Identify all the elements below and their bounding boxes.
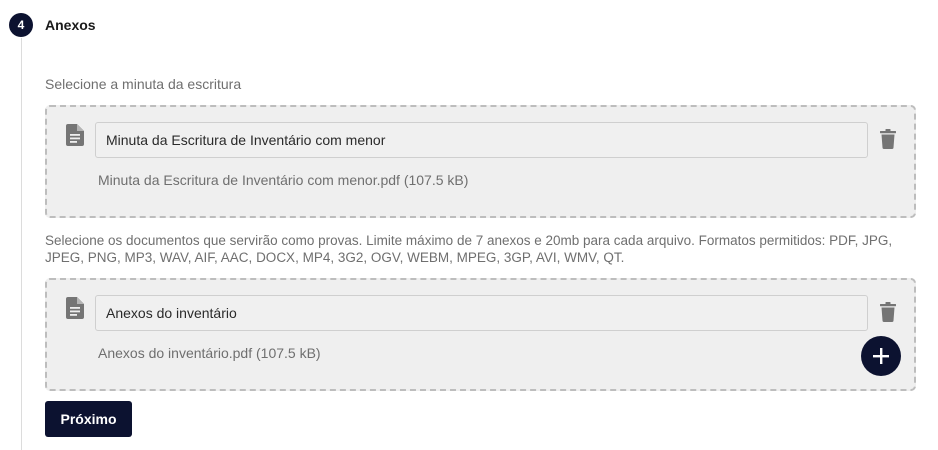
step-number-badge: 4 — [9, 13, 33, 37]
minuta-name-input[interactable] — [95, 122, 868, 158]
step-connector-line — [21, 38, 22, 450]
next-button[interactable]: Próximo — [45, 401, 132, 437]
provas-file-info: Anexos do inventário.pdf (107.5 kB) — [98, 345, 321, 361]
minuta-dropzone[interactable]: Minuta da Escritura de Inventário com me… — [45, 105, 916, 218]
provas-name-input[interactable] — [95, 295, 868, 331]
provas-dropzone[interactable]: Anexos do inventário.pdf (107.5 kB) — [45, 278, 916, 391]
document-icon — [66, 297, 84, 319]
minuta-label: Selecione a minuta da escritura — [45, 76, 242, 92]
provas-label: Selecione os documentos que servirão com… — [45, 233, 893, 265]
plus-icon — [873, 348, 889, 364]
trash-icon[interactable] — [880, 129, 896, 149]
trash-icon[interactable] — [880, 302, 896, 322]
add-attachment-button[interactable] — [861, 336, 901, 376]
step-title: Anexos — [45, 17, 96, 33]
minuta-file-info: Minuta da Escritura de Inventário com me… — [98, 172, 469, 188]
document-icon — [66, 124, 84, 146]
